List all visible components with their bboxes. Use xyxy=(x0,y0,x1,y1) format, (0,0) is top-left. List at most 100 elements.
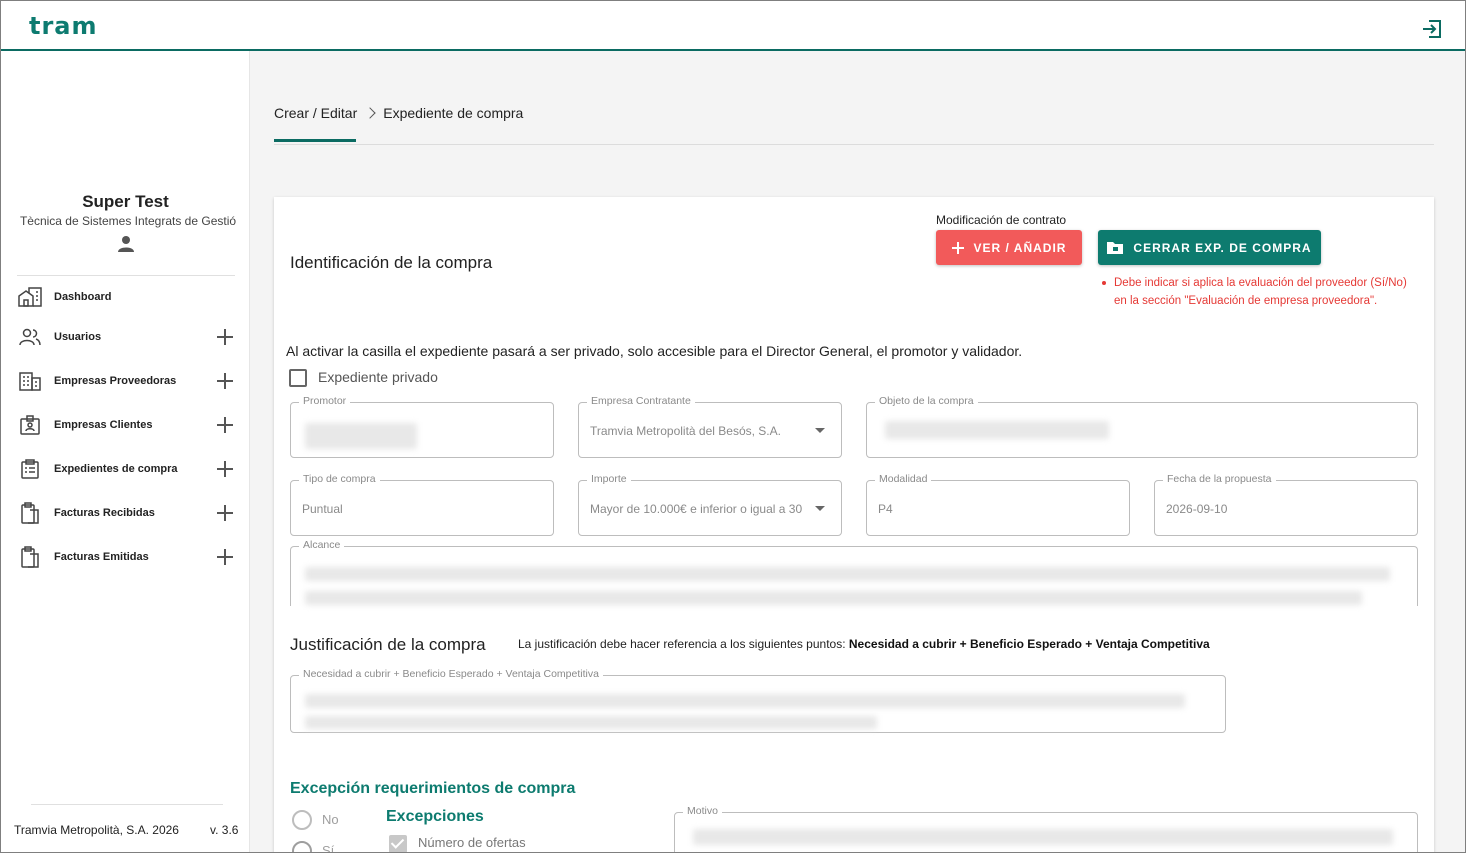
field-label: Promotor xyxy=(299,395,351,407)
top-bar: TRAM xyxy=(1,1,1465,51)
sidebar-divider xyxy=(17,275,235,276)
promotor-field[interactable]: Promotor xyxy=(290,395,554,458)
numero-ofertas-checkbox[interactable] xyxy=(389,835,407,852)
field-label: Importe xyxy=(587,473,631,485)
breadcrumb-create-edit[interactable]: Crear / Editar xyxy=(274,105,357,142)
tipo-compra-field[interactable]: Tipo de compra Puntual xyxy=(290,473,554,536)
redacted-value xyxy=(693,829,1393,845)
expand-plus-icon[interactable] xyxy=(217,505,233,521)
field-value: Tramvia Metropolità del Besós, S.A. xyxy=(590,424,781,438)
justification-textarea[interactable]: Necesidad a cubrir + Beneficio Esperado … xyxy=(290,668,1226,733)
sidebar-item-facturas-emitidas[interactable]: Facturas Emitidas xyxy=(17,542,235,572)
view-add-button-label: VER / AÑADIR xyxy=(973,240,1067,255)
sidebar-item-empresas-clientes[interactable]: Empresas Clientes xyxy=(17,410,235,440)
justification-note: La justificación debe hacer referencia a… xyxy=(518,637,1210,651)
expand-plus-icon[interactable] xyxy=(217,417,233,433)
expand-plus-icon[interactable] xyxy=(217,329,233,345)
purchase-form-card: Identificación de la compra Modificación… xyxy=(274,197,1434,853)
expand-plus-icon[interactable] xyxy=(217,373,233,389)
close-expedient-button[interactable]: CERRAR EXP. DE COMPRA xyxy=(1098,230,1321,265)
field-value: P4 xyxy=(878,502,893,516)
field-label: Empresa Contratante xyxy=(587,395,695,407)
footer-version: v. 3.6 xyxy=(210,823,239,837)
breadcrumb-current: Expediente de compra xyxy=(383,105,524,121)
exceptions-subtitle: Excepciones xyxy=(386,808,484,825)
alcance-field[interactable]: Alcance xyxy=(290,539,1418,606)
sidebar-item-facturas-recibidas[interactable]: Facturas Recibidas xyxy=(17,498,235,528)
invoice-icon xyxy=(17,546,43,568)
sidebar: Super Test Tècnica de Sistemes Integrats… xyxy=(1,51,250,852)
radio-si-label: Sí xyxy=(322,843,335,853)
private-info-text: Al activar la casilla el expediente pasa… xyxy=(286,343,1023,359)
numero-ofertas-label: Número de ofertas xyxy=(418,835,526,850)
sidebar-item-label: Facturas Emitidas xyxy=(54,551,149,563)
field-label: Fecha de la propuesta xyxy=(1163,473,1276,485)
private-checkbox[interactable] xyxy=(289,369,307,387)
sidebar-footer-divider xyxy=(31,804,223,805)
clipboard-list-icon xyxy=(17,458,43,480)
private-checkbox-label: Expediente privado xyxy=(318,369,438,385)
sidebar-item-dashboard[interactable]: Dashboard xyxy=(17,282,235,312)
field-label: Motivo xyxy=(683,805,722,817)
redacted-value xyxy=(305,591,1362,605)
sidebar-item-empresas-proveedoras[interactable]: Empresas Proveedoras xyxy=(17,366,235,396)
redacted-value xyxy=(305,567,1390,581)
user-name: Super Test xyxy=(82,192,169,211)
radio-si[interactable] xyxy=(292,841,312,852)
error-message: Debe indicar si aplica la evaluación del… xyxy=(1102,274,1422,310)
dropdown-arrow-icon xyxy=(815,506,825,511)
radio-no[interactable] xyxy=(292,810,312,830)
fecha-propuesta-field[interactable]: Fecha de la propuesta 2026-09-10 xyxy=(1154,473,1418,536)
field-value: Puntual xyxy=(302,502,343,516)
importe-select[interactable]: Importe Mayor de 10.000€ e inferior o ig… xyxy=(578,473,842,536)
redacted-value xyxy=(305,716,877,729)
sidebar-item-usuarios[interactable]: Usuarios xyxy=(17,322,235,352)
company-building-icon xyxy=(17,370,43,392)
section-title-justification: Justificación de la compra xyxy=(290,635,486,654)
field-label: Objeto de la compra xyxy=(875,395,978,407)
field-label: Necesidad a cubrir + Beneficio Esperado … xyxy=(299,668,603,680)
objeto-compra-field[interactable]: Objeto de la compra xyxy=(866,395,1418,458)
user-organization: Tècnica de Sistemes Integrats de Gestió xyxy=(19,214,237,228)
sidebar-item-label: Facturas Recibidas xyxy=(54,507,155,519)
plus-icon xyxy=(951,241,964,254)
redacted-value xyxy=(885,421,1109,439)
app-window: TRAM Super Test Tècnica de Sistemes Inte… xyxy=(0,0,1466,853)
breadcrumb-divider xyxy=(274,144,1434,145)
redacted-value xyxy=(305,694,1185,708)
sidebar-item-label: Dashboard xyxy=(54,291,112,303)
sidebar-item-label: Empresas Clientes xyxy=(54,419,153,431)
justification-note-bold: Necesidad a cubrir + Beneficio Esperado … xyxy=(848,637,1210,651)
dashboard-building-icon xyxy=(17,286,43,308)
person-icon[interactable] xyxy=(117,235,135,253)
field-label: Alcance xyxy=(299,539,345,551)
radio-no-label: No xyxy=(322,812,339,827)
tram-logo-mark: TRAM xyxy=(29,12,98,40)
users-icon xyxy=(17,326,43,348)
breadcrumb: Crear / Editar Expediente de compra xyxy=(274,105,524,142)
view-add-button[interactable]: VER / AÑADIR xyxy=(936,230,1082,265)
expand-plus-icon[interactable] xyxy=(217,461,233,477)
svg-text:TRAM: TRAM xyxy=(29,13,98,39)
logout-icon[interactable] xyxy=(1421,18,1443,40)
footer-company: Tramvia Metropolità, S.A. 2026 xyxy=(14,823,179,837)
sidebar-item-label: Empresas Proveedoras xyxy=(54,375,177,387)
field-value: Mayor de 10.000€ e inferior o igual a 30 xyxy=(590,502,803,516)
motivo-textarea[interactable]: Motivo xyxy=(674,805,1418,852)
sidebar-item-label: Usuarios xyxy=(54,331,102,343)
expand-plus-icon[interactable] xyxy=(217,549,233,565)
badge-icon xyxy=(17,414,43,436)
close-expedient-button-label: CERRAR EXP. DE COMPRA xyxy=(1133,240,1312,255)
chevron-right-icon xyxy=(364,107,376,119)
sidebar-item-expedientes-de-compra[interactable]: Expedientes de compra xyxy=(17,454,235,484)
tram-logo[interactable]: TRAM xyxy=(29,12,117,46)
invoice-icon xyxy=(17,502,43,524)
empresa-contratante-select[interactable]: Empresa Contratante Tramvia Metropolità … xyxy=(578,395,842,458)
modification-label: Modificación de contrato xyxy=(936,213,1067,227)
dropdown-arrow-icon xyxy=(815,428,825,433)
modalidad-field[interactable]: Modalidad P4 xyxy=(866,473,1130,536)
section-title-identification: Identificación de la compra xyxy=(290,253,493,272)
field-label: Tipo de compra xyxy=(299,473,380,485)
section-title-exception: Excepción requerimientos de compra xyxy=(290,780,576,797)
field-label: Modalidad xyxy=(875,473,932,485)
